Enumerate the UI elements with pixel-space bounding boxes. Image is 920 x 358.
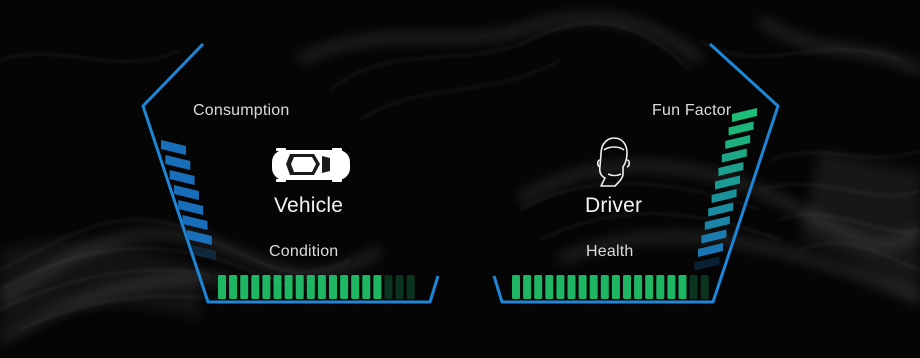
health-segment	[700, 275, 709, 299]
consumption-segment	[165, 155, 191, 170]
fun-factor-segment	[728, 121, 754, 136]
health-segment	[623, 275, 631, 299]
driver-panel-frame	[492, 42, 780, 304]
consumption-segment	[182, 215, 208, 230]
condition-segment	[295, 275, 304, 299]
car-icon	[272, 148, 350, 182]
condition-segment	[384, 275, 393, 299]
health-segment	[645, 275, 654, 299]
fun-factor-segment	[708, 202, 734, 217]
fun-factor-segment	[704, 216, 730, 230]
fun-factor-segment	[721, 148, 747, 163]
smoke-background	[0, 12, 920, 345]
health-segment	[534, 275, 543, 299]
health-segment	[589, 275, 598, 299]
health-segment	[667, 275, 676, 299]
condition-segment	[362, 275, 371, 299]
condition-segment	[251, 275, 260, 299]
condition-label: Condition	[269, 243, 339, 260]
consumption-segment	[169, 170, 195, 185]
condition-segment	[218, 275, 226, 299]
driver-title: Driver	[585, 194, 643, 217]
condition-segment	[317, 275, 326, 299]
health-segment	[567, 275, 576, 299]
fun-factor-label: Fun Factor	[652, 102, 732, 119]
dashboard-canvas	[0, 12, 920, 345]
fun-factor-segment	[732, 108, 757, 122]
health-segment	[578, 275, 587, 299]
health-gauge	[512, 275, 709, 299]
condition-segment	[329, 275, 337, 299]
condition-segment	[395, 275, 404, 299]
condition-segment	[340, 275, 349, 299]
vehicle-title: Vehicle	[274, 194, 344, 217]
consumption-segment	[161, 140, 186, 155]
health-segment	[600, 275, 609, 299]
health-segment	[611, 275, 620, 299]
health-segment	[512, 275, 520, 299]
condition-segment	[373, 275, 382, 299]
consumption-segment	[178, 200, 204, 215]
condition-segment	[351, 275, 360, 299]
condition-segment	[306, 275, 315, 299]
condition-segment	[262, 275, 271, 299]
health-label: Health	[586, 243, 634, 260]
fun-factor-segment	[718, 162, 744, 176]
health-segment	[523, 275, 532, 299]
health-segment	[678, 275, 687, 299]
health-segment	[634, 275, 643, 299]
health-segment	[545, 275, 554, 299]
consumption-label: Consumption	[193, 102, 290, 119]
fun-factor-segment	[725, 135, 751, 149]
fun-factor-segment	[698, 243, 723, 257]
condition-segment	[273, 275, 282, 299]
condition-segment	[284, 275, 293, 299]
health-segment	[556, 275, 565, 299]
condition-segment	[229, 275, 238, 299]
condition-segment	[240, 275, 249, 299]
health-segment	[689, 275, 698, 299]
consumption-segment	[173, 185, 199, 200]
fun-factor-segment	[694, 256, 720, 271]
health-segment	[656, 275, 665, 299]
condition-segment	[406, 275, 415, 299]
